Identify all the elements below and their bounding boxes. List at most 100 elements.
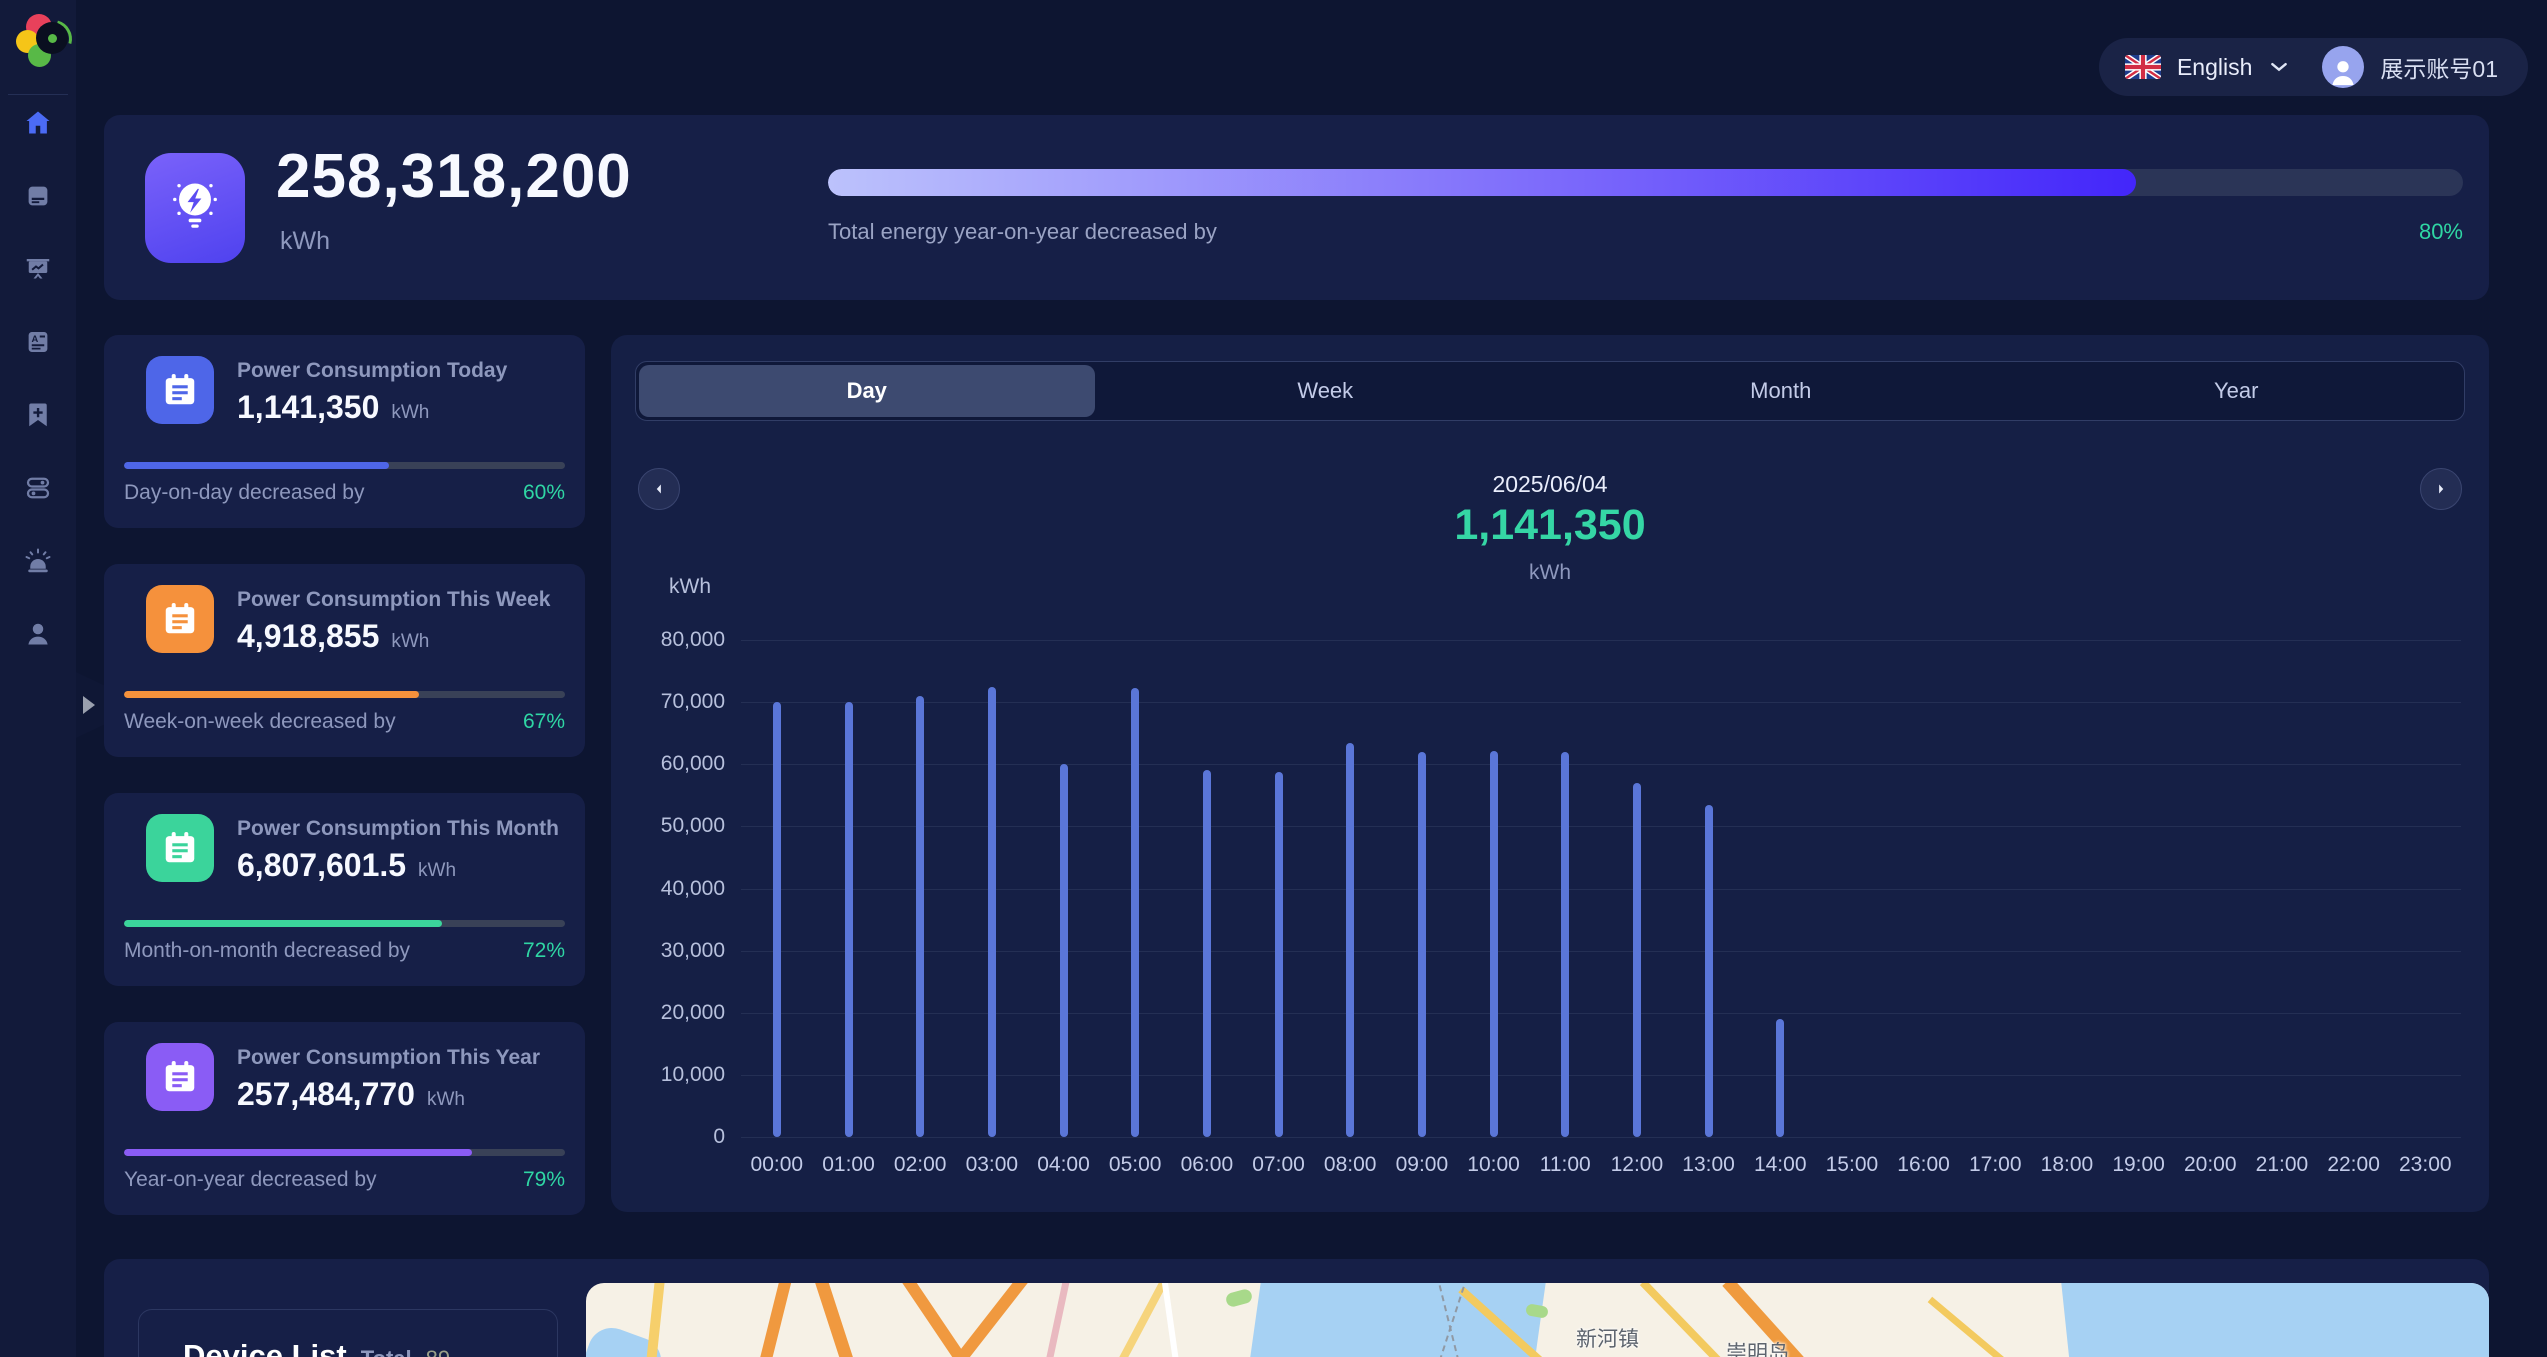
stat-caption-row: Month-on-month decreased by 72% [124,939,565,963]
avatar[interactable] [2322,46,2365,88]
brand-logo-icon [14,13,79,67]
total-energy-unit: kWh [280,227,330,255]
x-tick-label: 04:00 [1037,1153,1090,1176]
stat-progress [124,691,565,698]
chart-headline-unit: kWh [1529,561,1571,584]
chart-x-labels: 00:00 01:00 02:00 03:00 04:00 05:00 06:00 07:00… [741,1153,2461,1177]
bar-06:00 [1202,770,1211,1137]
stat-caption: Month-on-month decreased by [124,939,410,962]
bar-13:00 [1704,804,1713,1137]
logo-core-dot [48,34,57,43]
stat-unit: kWh [426,1089,465,1110]
stat-card-week: Power Consumption This Week 4,918,855 kW… [104,564,585,757]
uk-flag-icon[interactable] [2124,55,2161,79]
device-list-total-label: Total [361,1346,412,1357]
y-tick-label: 70,000 [660,690,725,714]
sidebar: A [0,0,79,1357]
bar-08:00 [1346,742,1355,1137]
home-icon[interactable] [23,108,53,138]
stat-unit: kWh [391,631,430,652]
sidebar-divider [8,94,68,95]
x-tick-label: 07:00 [1252,1153,1305,1176]
x-tick-label: 21:00 [2255,1153,2309,1176]
y-tick-label: 60,000 [660,752,725,776]
tab-month[interactable]: Month [1553,362,2009,420]
total-energy-progress [828,169,2463,196]
total-energy-caption-row: Total energy year-on-year decreased by 8… [828,219,2463,245]
map-view[interactable]: 新河镇 崇明岛 [586,1283,2489,1357]
stat-value-row: 6,807,601.5 kWh [237,847,456,884]
map-road [1159,1283,1199,1357]
language-selector[interactable]: English [2177,54,2252,81]
total-energy-caption: Total energy year-on-year decreased by [828,219,1217,244]
user-icon[interactable] [23,619,53,649]
x-tick-label: 15:00 [1825,1153,1879,1176]
x-tick-label: 09:00 [1395,1153,1449,1176]
y-tick-label: 0 [713,1125,725,1148]
chart-headline-value: 1,141,350 [1454,501,1646,549]
stat-card-month: Power Consumption This Month 6,807,601.5… [104,793,585,986]
username-label[interactable]: 展示账号01 [2380,50,2498,84]
stat-caption: Week-on-week decreased by [124,710,396,733]
device-icon[interactable] [23,181,53,211]
bar-03:00 [987,686,996,1137]
x-tick-label: 20:00 [2183,1153,2237,1176]
x-tick-label: 14:00 [1753,1153,1807,1176]
x-tick-label: 18:00 [2040,1153,2094,1176]
stat-title: Power Consumption This Year [237,1046,541,1069]
stat-card-column: Power Consumption Today 1,141,350 kWh Da… [104,335,585,1215]
total-energy-percent: 80% [2418,219,2463,244]
toggle-controls-icon[interactable] [23,473,53,503]
x-tick-label: 02:00 [893,1153,947,1176]
bar-01:00 [844,702,853,1137]
stat-progress-fill [124,691,420,698]
bar-09:00 [1417,751,1426,1137]
stat-value: 257,484,770 [237,1076,415,1112]
stat-caption: Day-on-day decreased by [124,481,365,504]
stat-percent: 72% [522,939,565,962]
alarm-icon[interactable] [23,546,53,576]
chevron-down-icon[interactable] [2270,60,2288,78]
header-user-pill: English 展示账号01 [2098,38,2528,96]
chart-board-icon[interactable] [23,254,53,284]
tab-week[interactable]: Week [1098,362,1554,420]
bar-14:00 [1776,1018,1785,1137]
x-tick-label: 05:00 [1108,1153,1162,1176]
y-tick-label: 50,000 [660,814,725,838]
bar-12:00 [1632,782,1641,1137]
total-energy-card: 258,318,200 kWh Total energy year-on-yea… [104,115,2489,300]
tab-year[interactable]: Year [2009,362,2465,420]
device-list-panel: Device List Total 89 [138,1309,558,1357]
chart-date: 2025/06/04 [1492,471,1608,497]
map-water-right [2059,1283,2489,1357]
y-tick-label: 40,000 [660,876,725,900]
app-logo[interactable] [0,0,79,94]
stat-percent: 60% [522,481,565,504]
calendar-year-icon [146,1043,214,1111]
stat-card-today: Power Consumption Today 1,141,350 kWh Da… [104,335,585,528]
x-tick-label: 22:00 [2327,1153,2380,1176]
y-tick-label: 10,000 [660,1062,725,1086]
stat-value: 6,807,601.5 [237,847,407,883]
bookmark-add-icon[interactable] [23,400,53,430]
stat-value-row: 257,484,770 kWh [237,1076,465,1113]
stat-caption-row: Year-on-year decreased by 79% [124,1168,565,1192]
x-tick-label: 17:00 [1968,1153,2022,1176]
total-energy-progress-fill [828,169,2136,196]
stat-progress-fill [124,1149,473,1156]
x-tick-label: 16:00 [1897,1153,1950,1176]
device-list-header: Device List Total 89 [183,1338,450,1357]
chevron-right-icon [83,696,95,714]
y-tick-label: 30,000 [660,938,725,962]
stat-caption-row: Day-on-day decreased by 60% [124,481,565,505]
device-list-total-value: 89 [426,1346,450,1357]
x-tick-label: 10:00 [1467,1153,1520,1176]
stat-caption: Year-on-year decreased by [124,1168,377,1191]
x-tick-label: 03:00 [965,1153,1019,1176]
app-root: A English 展示账号01 258,318,200 kWh Total e… [0,0,2547,1357]
tab-day[interactable]: Day [639,365,1095,417]
report-list-icon[interactable]: A [23,327,53,357]
y-axis-unit-label: kWh [669,575,711,598]
sidebar-expand-handle[interactable] [76,672,104,738]
device-list-title: Device List [183,1338,347,1357]
